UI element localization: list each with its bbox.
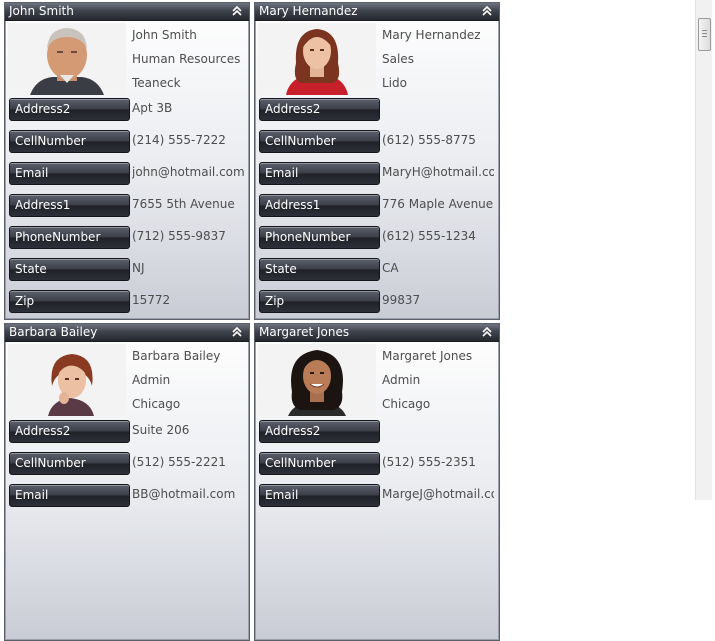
cellnumber-value: (214) 555-7222: [132, 133, 226, 147]
employee-department: Sales: [382, 52, 414, 66]
email-value: BB@hotmail.com: [132, 487, 236, 501]
phonenumber-button[interactable]: PhoneNumber: [259, 226, 380, 249]
cellnumber-button[interactable]: CellNumber: [259, 130, 380, 153]
chevron-double-up-icon[interactable]: [231, 326, 243, 338]
cellnumber-button[interactable]: CellNumber: [9, 452, 130, 475]
card-header[interactable]: Barbara Bailey: [5, 324, 249, 342]
address1-button[interactable]: Address1: [9, 194, 130, 217]
email-button[interactable]: Email: [9, 162, 130, 185]
person-photo: [258, 344, 376, 416]
zip-value: 99837: [382, 293, 421, 307]
address2-button[interactable]: Address2: [9, 98, 130, 121]
phonenumber-value: (612) 555-1234: [382, 229, 476, 243]
state-value: CA: [382, 261, 399, 275]
employee-name: Barbara Bailey: [132, 349, 221, 363]
address2-value: Suite 206: [132, 423, 190, 437]
email-button[interactable]: Email: [259, 484, 380, 507]
cellnumber-button[interactable]: CellNumber: [259, 452, 380, 475]
person-photo: [8, 23, 126, 95]
chevron-double-up-icon[interactable]: [231, 5, 243, 17]
card-header[interactable]: Mary Hernandez: [255, 3, 499, 21]
cellnumber-value: (512) 555-2221: [132, 455, 226, 469]
grip-line: [702, 30, 707, 31]
employee-name: Mary Hernandez: [382, 28, 481, 42]
address1-value: 776 Maple Avenue: [382, 197, 494, 211]
chevron-double-up-icon[interactable]: [481, 5, 493, 17]
person-photo: [8, 344, 126, 416]
employee-city: Chicago: [132, 397, 181, 411]
person-photo: [258, 23, 376, 95]
zip-value: 15772: [132, 293, 171, 307]
state-value: NJ: [132, 261, 145, 275]
contact-card: Mary Hernandez Mary Hernandez Sales Lido…: [254, 2, 500, 320]
card-title: Barbara Bailey: [9, 325, 98, 339]
address2-button[interactable]: Address2: [9, 420, 130, 443]
chevron-double-up-icon[interactable]: [481, 326, 493, 338]
contact-card: Margaret Jones Margaret Jones Admin Chic…: [254, 323, 500, 641]
zip-button[interactable]: Zip: [9, 290, 130, 313]
card-header[interactable]: John Smith: [5, 3, 249, 21]
phonenumber-button[interactable]: PhoneNumber: [9, 226, 130, 249]
address2-button[interactable]: Address2: [259, 98, 380, 121]
email-value: MaryH@hotmail.com: [382, 165, 494, 179]
address2-value: Apt 3B: [132, 101, 173, 115]
vertical-scrollbar[interactable]: [695, 0, 712, 500]
cellnumber-value: (612) 555-8775: [382, 133, 476, 147]
employee-department: Admin: [382, 373, 421, 387]
contact-card: Barbara Bailey Barbara Bailey Admin Chic…: [4, 323, 250, 641]
grip-line: [702, 36, 707, 37]
email-button[interactable]: Email: [9, 484, 130, 507]
employee-department: Admin: [132, 373, 171, 387]
address2-button[interactable]: Address2: [259, 420, 380, 443]
card-title: Mary Hernandez: [259, 4, 358, 18]
email-value: MargeJ@hotmail.com: [382, 487, 494, 501]
employee-city: Lido: [382, 76, 407, 90]
address1-value: 7655 5th Avenue: [132, 197, 235, 211]
phonenumber-value: (712) 555-9837: [132, 229, 226, 243]
email-value: john@hotmail.com: [132, 165, 244, 179]
card-header[interactable]: Margaret Jones: [255, 324, 499, 342]
employee-name: John Smith: [132, 28, 197, 42]
zip-button[interactable]: Zip: [259, 290, 380, 313]
grip-line: [702, 33, 707, 34]
contact-card: John Smith John Smith Human Resources Te…: [4, 2, 250, 320]
employee-department: Human Resources: [132, 52, 241, 66]
employee-city: Chicago: [382, 397, 431, 411]
card-title: Margaret Jones: [259, 325, 350, 339]
cellnumber-value: (512) 555-2351: [382, 455, 476, 469]
scrollbar-thumb[interactable]: [698, 18, 711, 51]
employee-name: Margaret Jones: [382, 349, 473, 363]
card-title: John Smith: [9, 4, 74, 18]
email-button[interactable]: Email: [259, 162, 380, 185]
cellnumber-button[interactable]: CellNumber: [9, 130, 130, 153]
state-button[interactable]: State: [259, 258, 380, 281]
state-button[interactable]: State: [9, 258, 130, 281]
employee-city: Teaneck: [132, 76, 181, 90]
address1-button[interactable]: Address1: [259, 194, 380, 217]
